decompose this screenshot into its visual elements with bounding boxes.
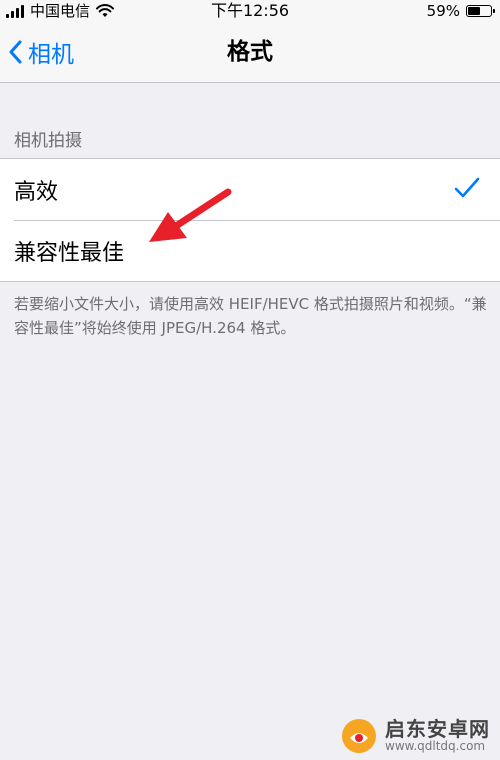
watermark-logo-icon [342,719,376,753]
battery-level-fill [468,7,481,15]
format-options-list: 高效 兼容性最佳 [0,158,500,282]
annotation-arrow-icon [149,188,232,242]
watermark: 启东安卓网 www.qdltdq.com [341,718,490,754]
section-footer: 若要缩小文件大小，请使用高效 HEIF/HEVC 格式拍摄照片和视频。“兼容性最… [14,295,487,337]
navigation-bar: 相机 格式 [0,22,500,83]
option-label: 兼容性最佳 [14,240,125,266]
page-title: 格式 [227,39,273,65]
watermark-url: www.qdltdq.com [385,739,486,754]
status-bar: 中国电信 下午12:56 59% [0,0,500,22]
checkmark-icon [454,177,480,198]
option-most-compatible[interactable]: 兼容性最佳 [0,220,500,281]
watermark-title: 启东安卓网 [385,717,490,742]
watermark-text: 启东安卓网 www.qdltdq.com [385,718,490,753]
battery-icon [466,5,495,17]
section-header: 相机拍摄 [14,131,82,151]
option-high-efficiency[interactable]: 高效 [0,159,500,220]
battery-percent: 59% [426,2,460,20]
option-label: 高效 [14,179,59,205]
status-time: 下午12:56 [210,1,290,20]
status-right: 59% [426,0,495,22]
